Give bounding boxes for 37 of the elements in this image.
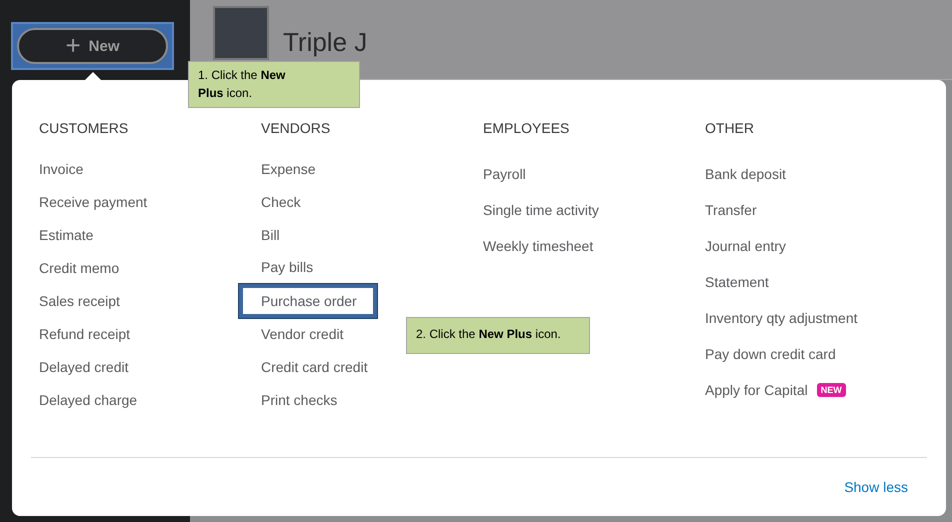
menu-item[interactable]: Bank deposit xyxy=(705,165,786,183)
new-badge: NEW xyxy=(816,383,846,397)
menu-item[interactable]: Single time activity xyxy=(483,201,599,219)
menu-item[interactable]: Credit memo xyxy=(39,259,120,277)
menu-item[interactable]: Purchase order xyxy=(239,284,377,318)
photo-placeholder xyxy=(213,6,269,60)
menu-item[interactable]: Payroll xyxy=(483,165,526,183)
menu-item[interactable]: Weekly timesheet xyxy=(483,237,594,255)
column-heading: CUSTOMERS xyxy=(39,120,130,138)
menu-item[interactable]: Pay bills xyxy=(261,258,314,276)
callout-note: 2. Click the New Plus icon. xyxy=(406,317,590,354)
menu-item[interactable]: Transfer xyxy=(705,201,757,219)
menu-item[interactable]: Inventory qty adjustment xyxy=(705,309,858,327)
menu-item[interactable]: Statement xyxy=(705,273,769,291)
menu-item[interactable]: Refund receipt xyxy=(39,324,130,343)
menu-item[interactable]: Sales receipt xyxy=(39,292,120,310)
menu-item[interactable]: Pay down credit card xyxy=(705,345,836,363)
menu-item[interactable]: Journal entry xyxy=(705,237,786,255)
column-heading: EMPLOYEES xyxy=(483,120,570,138)
new-button[interactable]: + New xyxy=(17,28,168,64)
show-less-link[interactable]: Show less xyxy=(844,479,908,495)
menu-item[interactable]: Invoice xyxy=(39,160,84,178)
column-heading: VENDORS xyxy=(261,120,332,138)
company-name: Triple J xyxy=(283,27,368,58)
column-heading: OTHER xyxy=(705,120,755,138)
menu-item[interactable]: Delayed charge xyxy=(39,390,138,409)
menu-item[interactable]: Receive payment xyxy=(39,193,148,212)
menu-item[interactable]: Expense xyxy=(261,160,316,178)
menu-item[interactable]: Bill xyxy=(261,226,280,244)
menu-item[interactable]: Check xyxy=(261,192,301,211)
menu-item[interactable]: Apply for Capital xyxy=(705,381,808,399)
callout-note: 1. Click the New Plus icon. xyxy=(188,61,360,108)
menu-item[interactable]: Vendor credit xyxy=(261,325,344,344)
menu-item[interactable]: Delayed credit xyxy=(39,358,128,376)
menu-item[interactable]: Print checks xyxy=(261,390,338,409)
menu-item[interactable]: Credit card credit xyxy=(261,358,368,376)
menu-item[interactable]: Estimate xyxy=(39,226,94,244)
